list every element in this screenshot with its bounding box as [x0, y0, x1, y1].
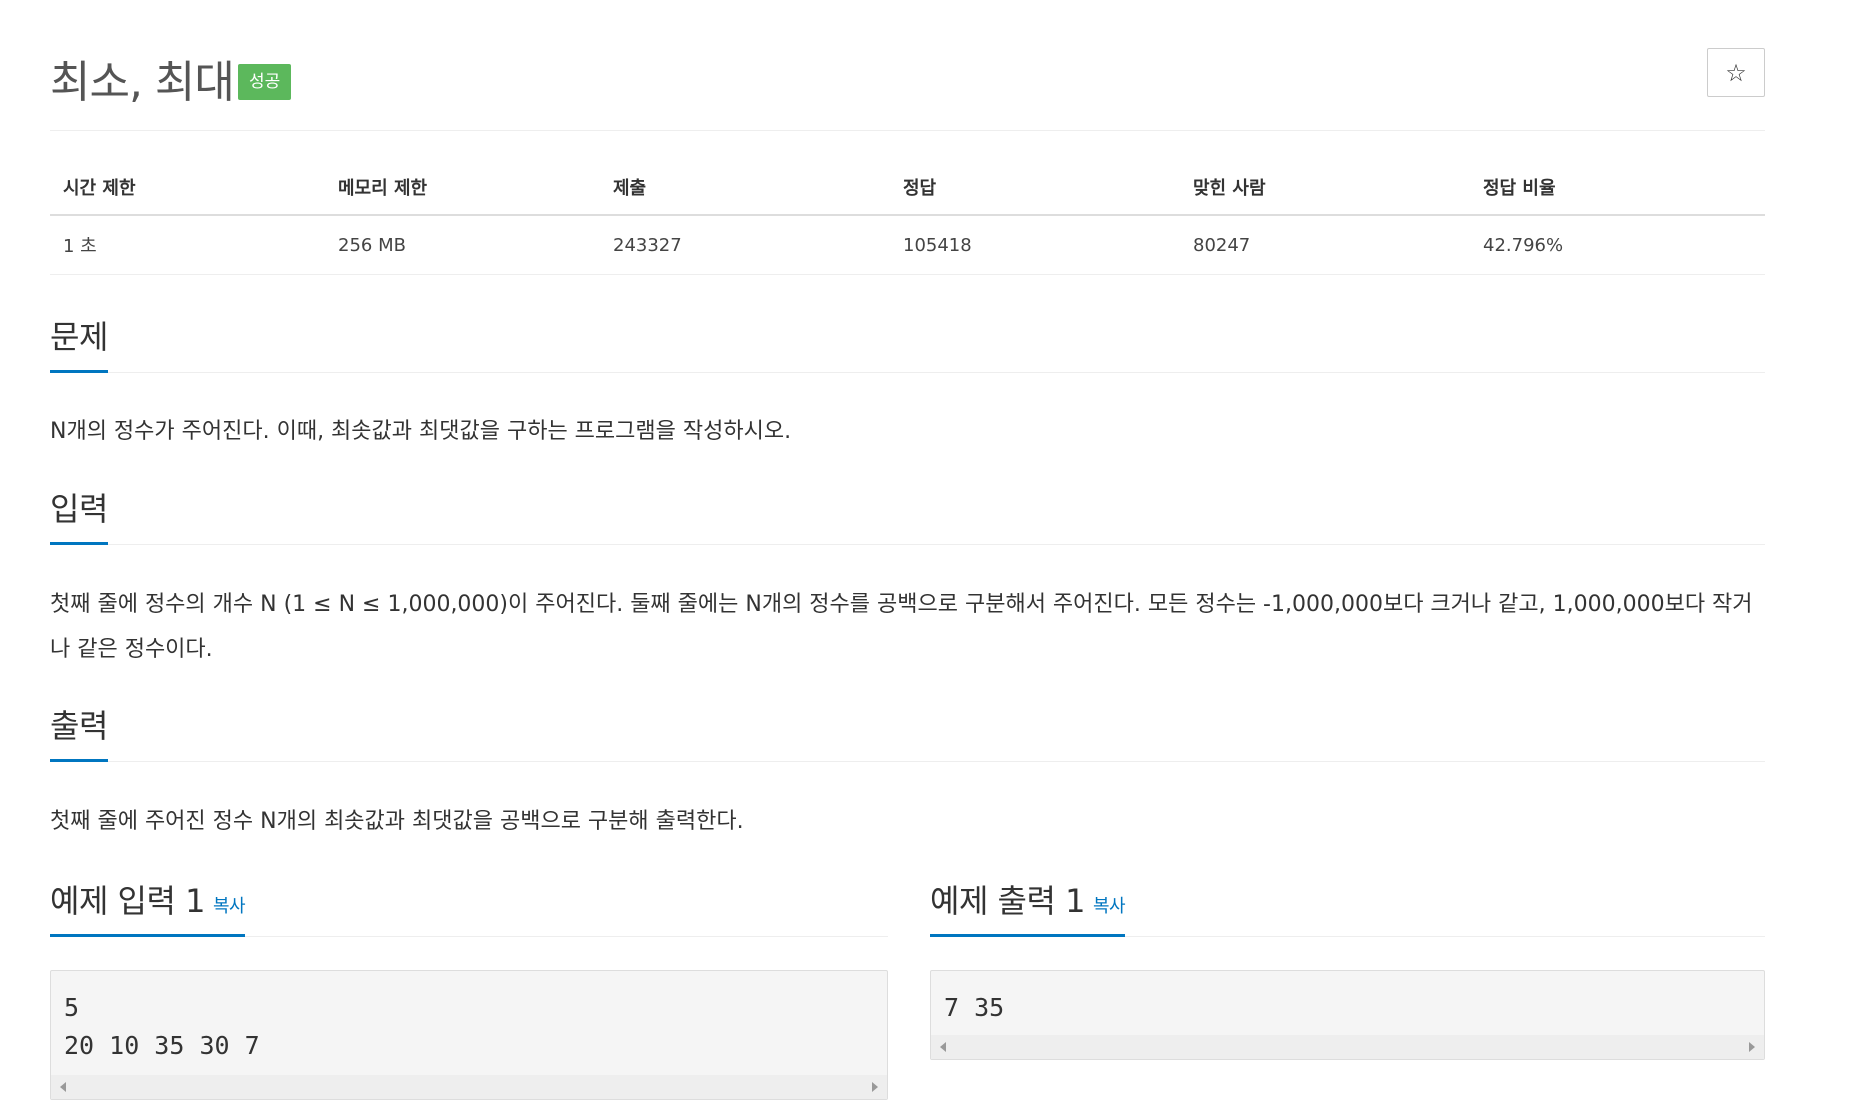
- scroll-left-arrow-icon[interactable]: [60, 1082, 66, 1092]
- value-memory-limit: 256 MB: [325, 215, 600, 275]
- header-time-limit: 시간 제한: [50, 162, 325, 216]
- input-section-header: 입력: [50, 484, 1765, 545]
- output-heading: 출력: [50, 701, 108, 762]
- sample-output-title: 예제 출력 1: [930, 882, 1085, 920]
- sample-input-content: 5 20 10 35 30 7: [64, 993, 260, 1060]
- value-time-limit: 1 초: [50, 215, 325, 275]
- output-section-header: 출력: [50, 701, 1765, 762]
- info-header-row: 시간 제한 메모리 제한 제출 정답 맞힌 사람 정답 비율: [50, 162, 1765, 216]
- sample-output-scrollbar[interactable]: [931, 1035, 1764, 1059]
- sample-output-copy-link[interactable]: 복사: [1093, 896, 1126, 917]
- sample-output-box[interactable]: 7 35: [930, 970, 1765, 1060]
- sample-input-scrollbar[interactable]: [51, 1075, 887, 1099]
- status-badge: 성공: [238, 64, 292, 100]
- sample-input-heading: 예제 입력 1 복사: [50, 876, 246, 937]
- info-value-row: 1 초 256 MB 243327 105418 80247 42.796%: [50, 215, 1765, 275]
- sample-input-header: 예제 입력 1 복사: [50, 876, 888, 937]
- scroll-right-arrow-icon[interactable]: [872, 1082, 878, 1092]
- value-submissions[interactable]: 243327: [600, 215, 890, 275]
- sample-input-copy-link[interactable]: 복사: [213, 896, 246, 917]
- header-ratio: 정답 비율: [1470, 162, 1765, 216]
- sample-output-heading: 예제 출력 1 복사: [930, 876, 1126, 937]
- header-accepted: 정답: [890, 162, 1180, 216]
- value-accepted[interactable]: 105418: [890, 215, 1180, 275]
- page-title: 최소, 최대: [50, 57, 235, 108]
- description-text: N개의 정수가 주어진다. 이때, 최솟값과 최댓값을 구하는 프로그램을 작성…: [50, 419, 792, 444]
- sample-output-content: 7 35: [944, 993, 1005, 1022]
- problem-info-table: 시간 제한 메모리 제한 제출 정답 맞힌 사람 정답 비율 1 초 256 M…: [50, 162, 1765, 275]
- scroll-right-arrow-icon[interactable]: [1749, 1042, 1755, 1052]
- scroll-left-arrow-icon[interactable]: [940, 1042, 946, 1052]
- title-row: 최소, 최대 성공 ☆: [50, 0, 1765, 131]
- value-ratio: 42.796%: [1470, 215, 1765, 275]
- problem-container: 최소, 최대 성공 ☆ 시간 제한 메모리 제한 제출 정답 맞힌 사람 정답 …: [50, 0, 1765, 1100]
- header-submissions: 제출: [600, 162, 890, 216]
- output-text: 첫째 줄에 주어진 정수 N개의 최솟값과 최댓값을 공백으로 구분해 출력한다…: [50, 809, 744, 834]
- star-button[interactable]: ☆: [1707, 48, 1765, 97]
- description-heading: 문제: [50, 312, 108, 373]
- sample-input-box[interactable]: 5 20 10 35 30 7: [50, 970, 888, 1100]
- value-solvers[interactable]: 80247: [1180, 215, 1470, 275]
- input-text: 첫째 줄에 정수의 개수 N (1 ≤ N ≤ 1,000,000)이 주어진다…: [50, 592, 1753, 662]
- sample-output-header: 예제 출력 1 복사: [930, 876, 1765, 937]
- star-icon: ☆: [1725, 58, 1747, 87]
- description-section-header: 문제: [50, 312, 1765, 373]
- problem-page: 최소, 최대 성공 ☆ 시간 제한 메모리 제한 제출 정답 맞힌 사람 정답 …: [0, 0, 1876, 1116]
- header-solvers: 맞힌 사람: [1180, 162, 1470, 216]
- input-heading: 입력: [50, 484, 108, 545]
- sample-input-title: 예제 입력 1: [50, 882, 205, 920]
- header-memory-limit: 메모리 제한: [325, 162, 600, 216]
